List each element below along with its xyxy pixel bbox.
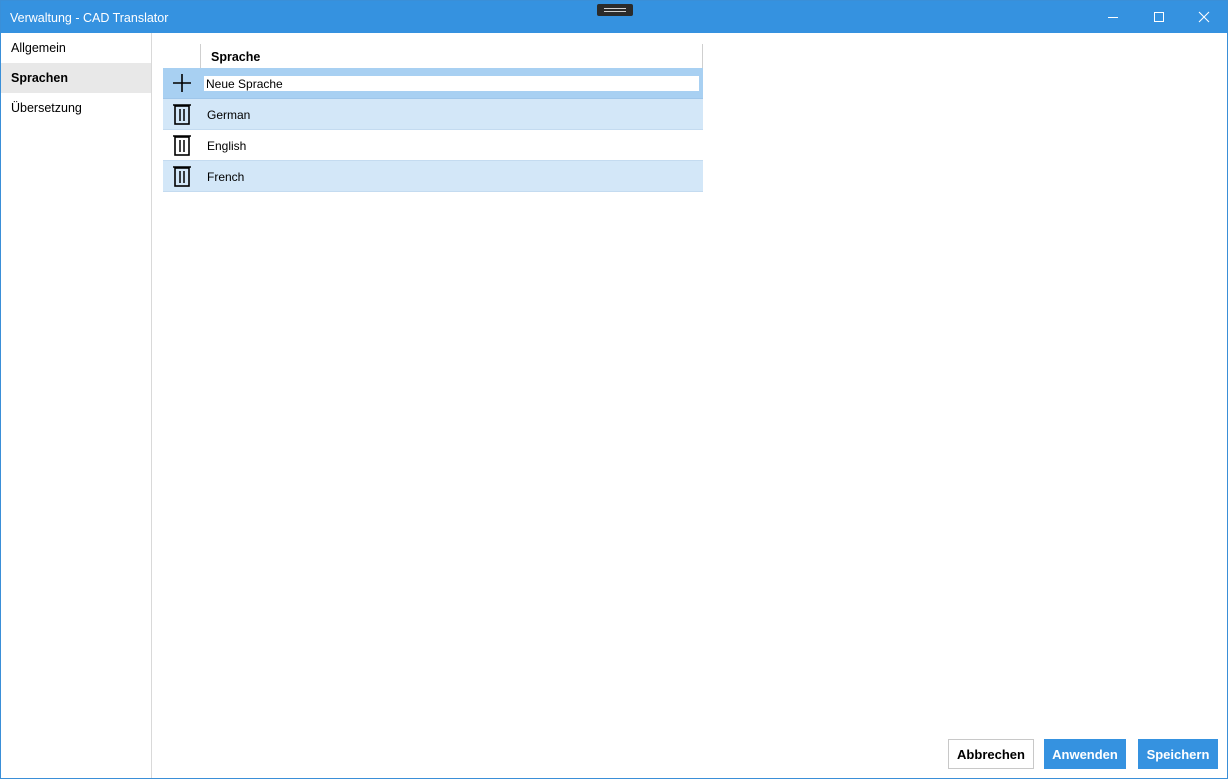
sidebar-nav: Allgemein Sprachen Übersetzung: [1, 33, 152, 778]
language-row[interactable]: German: [163, 99, 703, 130]
column-separator: [200, 44, 201, 68]
add-language-button[interactable]: [163, 68, 201, 98]
title-bar[interactable]: Verwaltung - CAD Translator: [1, 1, 1227, 33]
sidebar-item-uebersetzung[interactable]: Übersetzung: [1, 93, 151, 123]
delete-language-button[interactable]: [163, 161, 201, 191]
sidebar-item-sprachen[interactable]: Sprachen: [1, 63, 151, 93]
language-name: English: [207, 139, 247, 153]
sidebar-item-allgemein[interactable]: Allgemein: [1, 33, 151, 63]
trash-icon: [173, 166, 191, 187]
column-header-sprache[interactable]: Sprache: [211, 50, 260, 64]
save-button[interactable]: Speichern: [1138, 739, 1218, 769]
drag-handle-icon[interactable]: [597, 4, 633, 16]
language-name: French: [207, 170, 245, 184]
maximize-icon: [1154, 12, 1164, 22]
minimize-button[interactable]: [1090, 1, 1136, 33]
delete-language-button[interactable]: [163, 99, 201, 129]
window-title: Verwaltung - CAD Translator: [10, 11, 169, 25]
new-language-input[interactable]: [204, 76, 699, 91]
apply-button[interactable]: Anwenden: [1044, 739, 1126, 769]
close-icon: [1198, 11, 1210, 23]
language-row[interactable]: English: [163, 130, 703, 161]
grid-header: Sprache: [163, 44, 703, 68]
minimize-icon: [1108, 17, 1118, 18]
app-window: Verwaltung - CAD Translator Allgemein Sp…: [0, 0, 1228, 779]
language-grid: Sprache Neue Sprache German English Fren…: [163, 44, 703, 192]
trash-icon: [173, 135, 191, 156]
new-language-row: [163, 68, 703, 99]
maximize-button[interactable]: [1136, 1, 1182, 33]
plus-icon: [173, 74, 191, 92]
language-name: German: [207, 108, 251, 122]
language-row[interactable]: French: [163, 161, 703, 192]
close-button[interactable]: [1181, 1, 1227, 33]
main-content: Sprache Neue Sprache German English Fren…: [153, 33, 1227, 778]
trash-icon: [173, 104, 191, 125]
cancel-button[interactable]: Abbrechen: [948, 739, 1034, 769]
delete-language-button[interactable]: [163, 130, 201, 160]
